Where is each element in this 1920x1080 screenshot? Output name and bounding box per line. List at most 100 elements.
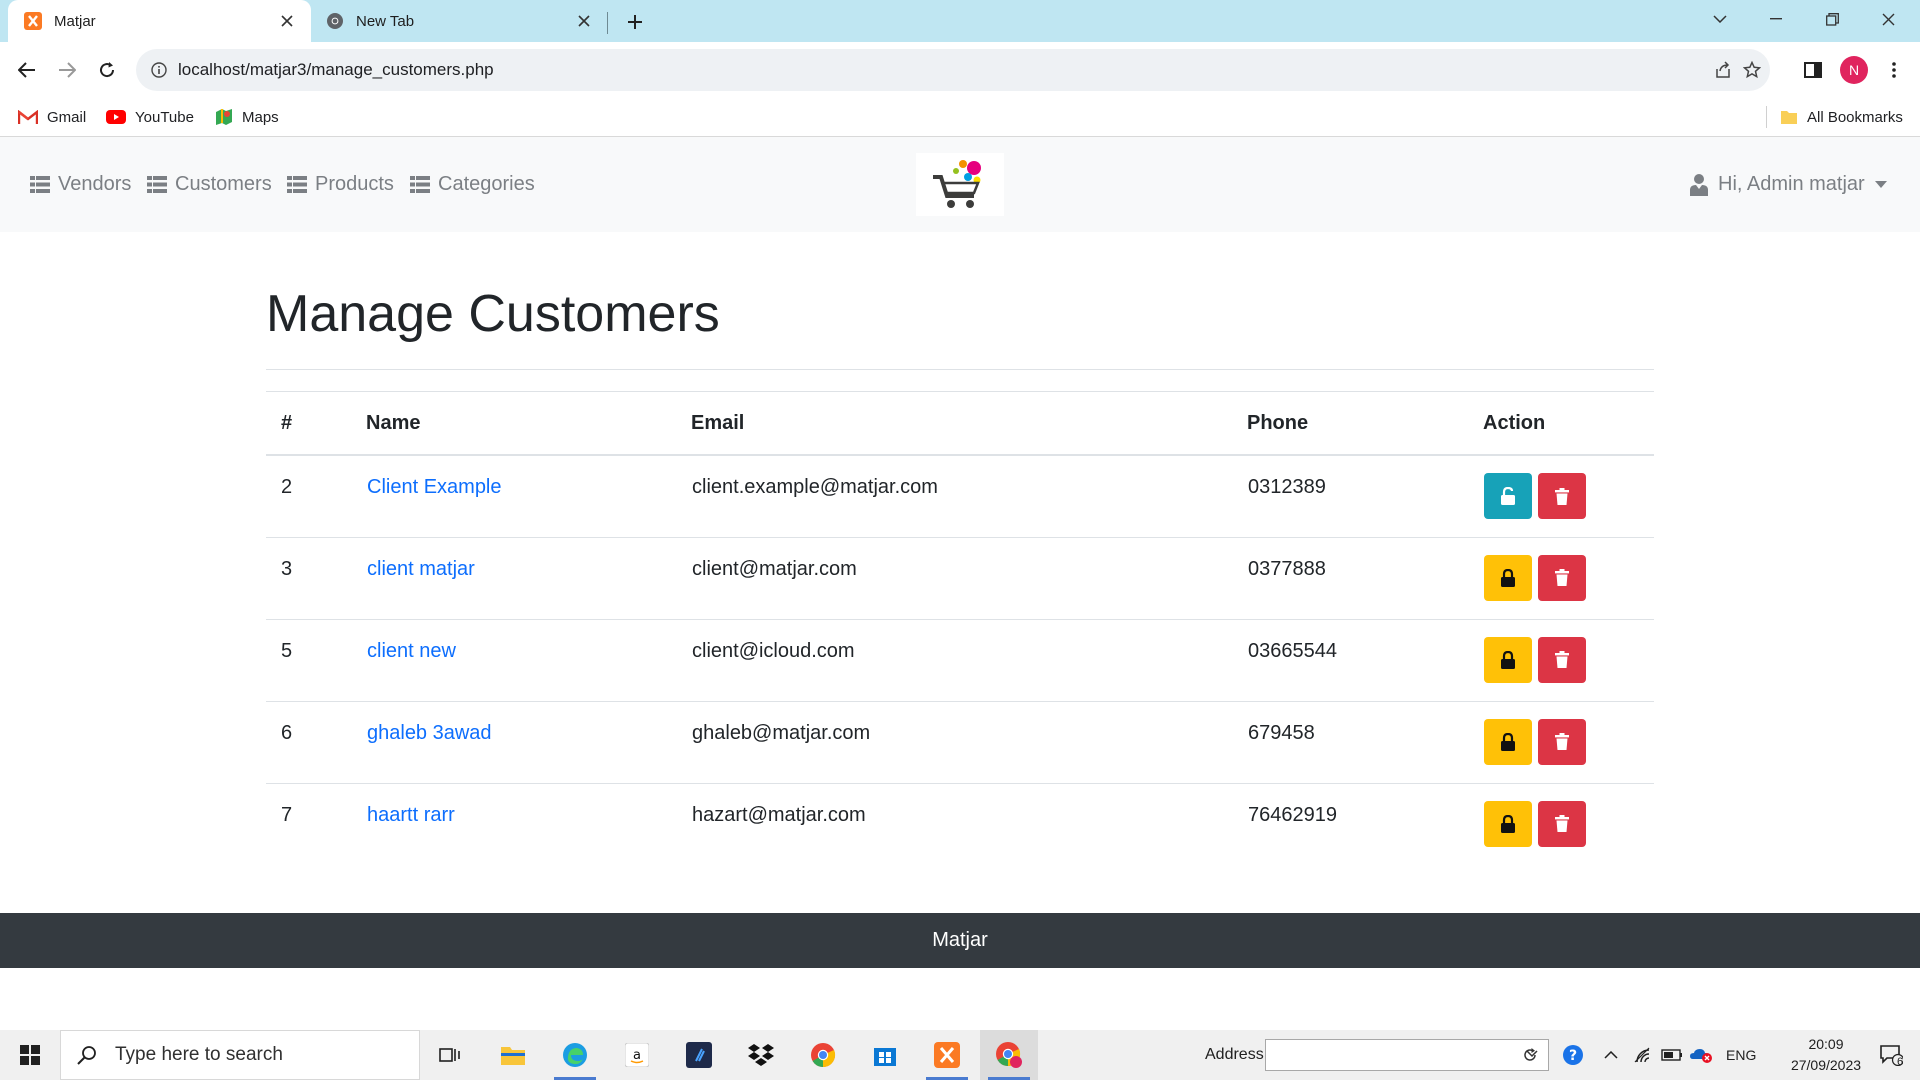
bookmark-label: Gmail: [47, 108, 87, 126]
customer-email: client.example@matjar.com: [691, 455, 1247, 538]
unlock-button[interactable]: [1484, 636, 1532, 683]
table-row: 6 ghaleb 3awad ghaleb@matjar.com 679458: [266, 701, 1654, 784]
address-bar[interactable]: localhost/matjar3/manage_customers.php: [136, 49, 1770, 91]
bookmark-maps[interactable]: Maps: [215, 98, 279, 136]
customer-email: client@matjar.com: [691, 537, 1247, 620]
clock-time[interactable]: 20:09: [1792, 1036, 1860, 1052]
delete-button[interactable]: [1538, 800, 1586, 847]
customer-name-link[interactable]: Client Example: [367, 476, 502, 498]
xampp-icon[interactable]: [918, 1030, 976, 1080]
task-view-icon[interactable]: [421, 1030, 479, 1080]
close-tab-icon[interactable]: [277, 11, 297, 31]
reload-icon[interactable]: [93, 56, 121, 84]
url-text: localhost/matjar3/manage_customers.php: [178, 60, 494, 79]
nav-label: Vendors: [58, 173, 132, 195]
all-bookmarks[interactable]: All Bookmarks: [1780, 98, 1903, 136]
clock-date[interactable]: 27/09/2023: [1780, 1057, 1872, 1073]
column-header: Action: [1483, 391, 1654, 456]
bookmark-label: Maps: [242, 108, 279, 126]
unlock-button[interactable]: [1484, 554, 1532, 601]
share-icon[interactable]: [1712, 59, 1734, 81]
onedrive-error-icon[interactable]: [1676, 1030, 1726, 1080]
customer-id: 2: [266, 455, 366, 538]
column-header: Phone: [1247, 391, 1483, 456]
unlock-button[interactable]: [1484, 800, 1532, 847]
notification-center-icon[interactable]: 6: [1862, 1030, 1920, 1080]
nav-customers[interactable]: Customers: [147, 137, 272, 232]
unlock-button[interactable]: [1484, 718, 1532, 765]
language-indicator[interactable]: ENG: [1726, 1047, 1756, 1063]
site-info-icon[interactable]: [148, 59, 170, 81]
side-panel-icon[interactable]: [1799, 56, 1827, 84]
microsoft-store-icon[interactable]: [856, 1030, 914, 1080]
nav-products[interactable]: Products: [287, 137, 394, 232]
list-icon: [410, 176, 430, 193]
delete-button[interactable]: [1538, 636, 1586, 683]
delete-button[interactable]: [1538, 473, 1586, 519]
customer-email: client@icloud.com: [691, 619, 1247, 702]
more-menu-icon[interactable]: [1880, 56, 1908, 84]
list-icon: [287, 176, 307, 193]
chrome-icon[interactable]: [794, 1030, 852, 1080]
tab-matjar[interactable]: Matjar: [8, 0, 311, 42]
bookmark-star-icon[interactable]: [1741, 59, 1763, 81]
site-footer: Matjar: [0, 913, 1920, 968]
back-arrow-icon[interactable]: [13, 56, 41, 84]
site-navbar: Vendors Customers Products Categories Hi…: [0, 137, 1920, 232]
unlock-icon: [1500, 487, 1516, 505]
browser-toolbar: localhost/matjar3/manage_customers.php N: [0, 42, 1920, 98]
page-title: Manage Customers: [266, 285, 720, 343]
edge-icon[interactable]: [546, 1030, 604, 1080]
chrome-profile-icon[interactable]: [980, 1030, 1038, 1080]
user-menu[interactable]: Hi, Admin matjar: [1690, 137, 1887, 232]
close-window-icon[interactable]: [1864, 0, 1912, 38]
table-header-row: # Name Email Phone Action: [266, 391, 1654, 456]
customer-name-link[interactable]: haartt rarr: [367, 804, 455, 826]
bookmark-youtube[interactable]: YouTube: [106, 98, 194, 136]
customer-phone: 03665544: [1247, 619, 1483, 702]
trash-icon: [1555, 487, 1569, 505]
bookmark-gmail[interactable]: Gmail: [18, 98, 86, 136]
tab-title: New Tab: [356, 12, 415, 30]
user-tie-icon: [1690, 173, 1708, 196]
table-row: 7 haartt rarr hazart@matjar.com 76462919: [266, 783, 1654, 865]
customer-name-link[interactable]: client new: [367, 640, 456, 662]
customer-id: 3: [266, 537, 366, 620]
visual-studio-icon[interactable]: [670, 1030, 728, 1080]
browser-tab-strip: Matjar New Tab: [0, 0, 1920, 42]
matjar-logo[interactable]: [916, 153, 1004, 216]
column-header: #: [266, 391, 366, 456]
customer-name-link[interactable]: ghaleb 3awad: [367, 722, 492, 744]
close-tab-icon[interactable]: [574, 11, 594, 31]
xampp-favicon-icon: [24, 12, 42, 30]
delete-button[interactable]: [1538, 554, 1586, 601]
nav-vendors[interactable]: Vendors: [30, 137, 131, 232]
restore-icon[interactable]: [1808, 0, 1856, 38]
taskbar-search[interactable]: Type here to search: [60, 1030, 420, 1080]
delete-button[interactable]: [1538, 718, 1586, 765]
amazon-icon[interactable]: a: [608, 1030, 666, 1080]
customer-name-link[interactable]: client matjar: [367, 558, 475, 580]
windows-start-icon[interactable]: [0, 1030, 60, 1080]
tab-new-tab[interactable]: New Tab: [318, 0, 606, 42]
footer-text: Matjar: [932, 929, 988, 951]
table-row: 5 client new client@icloud.com 03665544: [266, 619, 1654, 702]
customer-id: 6: [266, 701, 366, 784]
nav-categories[interactable]: Categories: [410, 137, 535, 232]
forward-arrow-icon[interactable]: [53, 56, 81, 84]
list-icon: [147, 176, 167, 193]
all-bookmarks-label: All Bookmarks: [1807, 108, 1903, 126]
profile-avatar[interactable]: N: [1840, 56, 1868, 84]
minimize-icon[interactable]: [1752, 0, 1800, 38]
lock-icon: [1500, 568, 1516, 587]
dropbox-icon[interactable]: [732, 1030, 790, 1080]
lock-button[interactable]: [1484, 473, 1532, 519]
nav-label: Products: [315, 173, 394, 195]
new-tab-plus-icon[interactable]: [622, 9, 648, 35]
bookmark-label: YouTube: [135, 108, 194, 126]
customer-id: 5: [266, 619, 366, 702]
svg-text:?: ?: [1569, 1048, 1577, 1064]
file-explorer-icon[interactable]: [484, 1030, 542, 1080]
notification-count: 6: [1897, 1056, 1904, 1068]
tab-search-chevron-icon[interactable]: [1696, 0, 1744, 38]
